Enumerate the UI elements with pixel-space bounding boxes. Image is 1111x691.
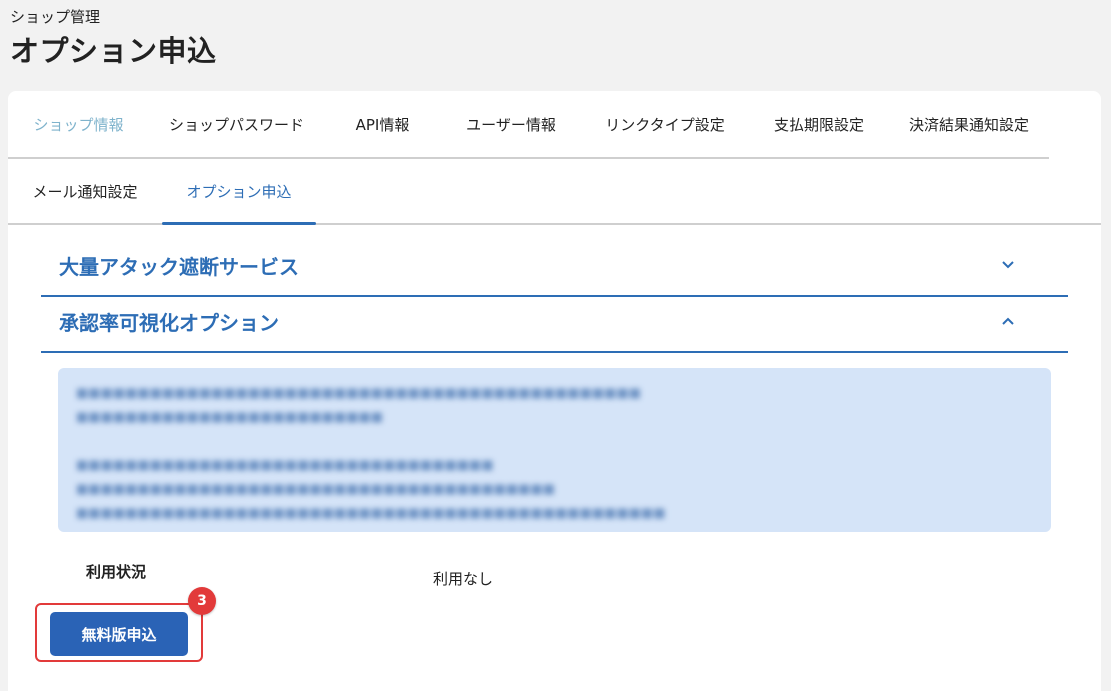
accordion-attack-blocking[interactable]: 大量アタック遮断サービス — [41, 239, 1068, 297]
usage-status-label: 利用状況 — [86, 563, 147, 581]
tab-payment-deadline-settings[interactable]: 支払期限設定 — [749, 91, 889, 157]
step-number-badge: 3 — [188, 587, 216, 615]
tab-shop-info[interactable]: ショップ情報 — [8, 91, 149, 157]
page-header: ショップ管理 オプション申込 — [10, 6, 217, 71]
tab-api-info[interactable]: API情報 — [324, 91, 441, 157]
tab-mail-notification-settings[interactable]: メール通知設定 — [8, 159, 162, 223]
usage-status-value: 利用なし — [433, 570, 494, 588]
chevron-up-icon[interactable] — [998, 311, 1018, 331]
blurred-description-text: ■■■■■■■■■■■■■■■■■■■■■■■■■■■■■■■■■■■■■■■■… — [76, 386, 666, 521]
content-card: ショップ情報 ショップパスワード API情報 ユーザー情報 リンクタイプ設定 支… — [8, 91, 1101, 691]
tab-option-application[interactable]: オプション申込 — [162, 159, 316, 223]
accordion-title: 大量アタック遮断サービス — [59, 255, 299, 279]
chevron-down-icon[interactable] — [998, 255, 1018, 275]
breadcrumb: ショップ管理 — [10, 8, 101, 26]
tab-payment-result-notification-settings[interactable]: 決済結果通知設定 — [889, 91, 1049, 157]
tab-shop-password[interactable]: ショップパスワード — [149, 91, 324, 157]
accordion-title: 承認率可視化オプション — [59, 311, 279, 335]
free-plan-apply-button[interactable]: 無料版申込 — [50, 612, 188, 656]
accordion-approval-rate-visualization[interactable]: 承認率可視化オプション — [41, 295, 1068, 353]
tab-bar-row-1: ショップ情報 ショップパスワード API情報 ユーザー情報 リンクタイプ設定 支… — [8, 91, 1049, 159]
tab-user-info[interactable]: ユーザー情報 — [441, 91, 581, 157]
tab-bar-row-2: メール通知設定 オプション申込 — [8, 159, 1101, 225]
tab-link-type-settings[interactable]: リンクタイプ設定 — [581, 91, 749, 157]
option-description-box: ■■■■■■■■■■■■■■■■■■■■■■■■■■■■■■■■■■■■■■■■… — [58, 368, 1051, 532]
page-title: オプション申込 — [10, 34, 217, 68]
active-tab-indicator — [162, 222, 316, 225]
